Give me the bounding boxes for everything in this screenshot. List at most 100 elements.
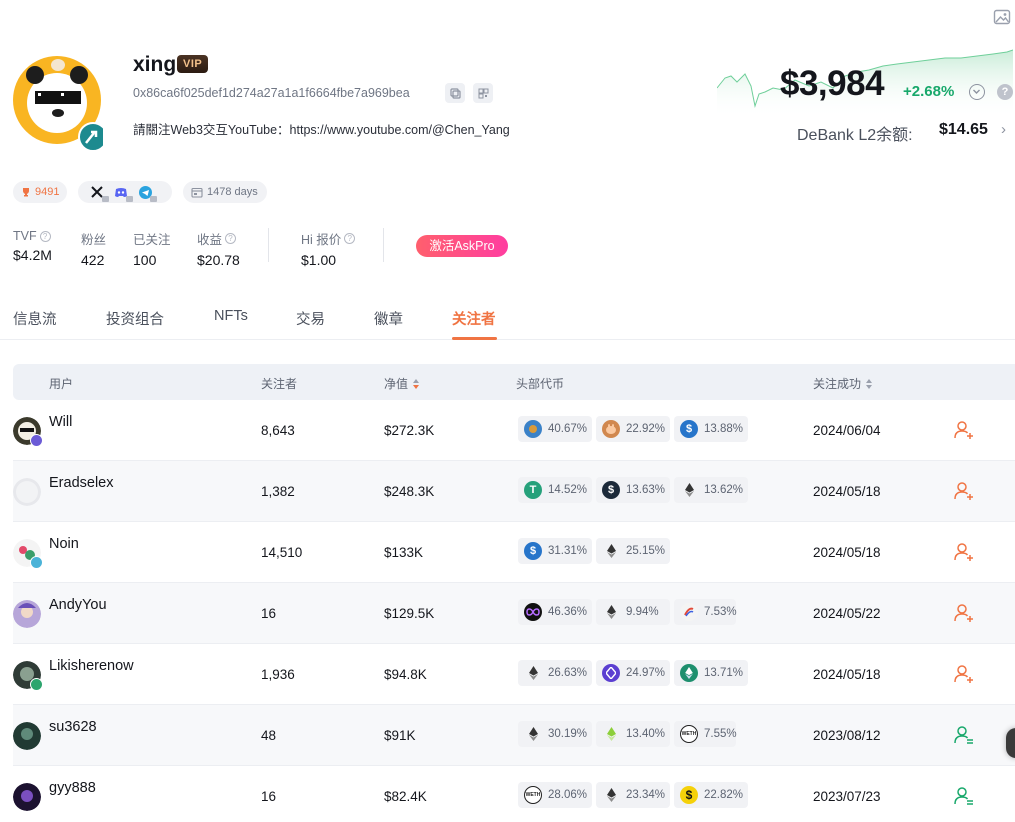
net-worth: $129.5K	[384, 606, 435, 621]
user-name[interactable]: Will	[49, 414, 72, 430]
token-chip[interactable]: 24.97%	[596, 660, 670, 686]
following-user-icon[interactable]	[953, 785, 975, 807]
token-chip[interactable]: WETH 7.55%	[674, 721, 737, 747]
qrcode-button[interactable]	[473, 83, 493, 103]
token-chip[interactable]: $22.82%	[674, 782, 748, 808]
profile-avatar	[13, 56, 103, 152]
table-row[interactable]: AndyYou 16 $129.5K 46.36% 9.94% 7.53% 20…	[13, 583, 1015, 644]
token-share: 9.94%	[626, 606, 659, 618]
header-label: 头部代币	[516, 377, 565, 391]
following-user-icon[interactable]	[953, 724, 975, 746]
token-chip[interactable]: 46.36%	[518, 599, 592, 625]
net-worth: $91K	[384, 728, 416, 743]
user-name[interactable]: Noin	[49, 536, 79, 552]
table-row[interactable]: su3628 48 $91K 30.19% 13.40% WETH 7.55% 2…	[13, 705, 1015, 766]
tab-feed[interactable]: 信息流	[13, 308, 57, 329]
sort-icon[interactable]	[413, 378, 420, 389]
table-row[interactable]: Likisherenow 1,936 $94.8K 26.63% 24.97% …	[13, 644, 1015, 705]
x-twitter-icon[interactable]	[88, 184, 109, 202]
follow-user-icon[interactable]	[953, 602, 975, 624]
header-label: 关注成功	[813, 377, 862, 391]
token-chip[interactable]: T 14.52%	[518, 477, 592, 503]
divider	[383, 228, 384, 262]
token-chip[interactable]: WETH 28.06%	[518, 782, 592, 808]
tab-portfolio[interactable]: 投资组合	[106, 308, 164, 329]
follow-user-icon[interactable]	[953, 541, 975, 563]
table-row[interactable]: Will 8,643 $272.3K 40.67% 22.92% $13.88%…	[13, 400, 1015, 461]
net-worth: $133K	[384, 545, 424, 560]
chevron-right-icon[interactable]: ›	[1001, 121, 1006, 138]
copy-address-button[interactable]	[445, 83, 465, 103]
token-chip[interactable]: 13.40%	[596, 721, 670, 747]
sort-icon[interactable]	[866, 378, 873, 389]
l2-balance-value[interactable]: $14.65	[939, 121, 988, 139]
eth-icon	[602, 786, 620, 804]
tab-transactions[interactable]: 交易	[296, 308, 325, 329]
usdc-icon: $	[680, 420, 698, 438]
token-chip[interactable]: 9.94%	[596, 599, 670, 625]
eth-icon	[524, 725, 542, 743]
user-name[interactable]: gyy888	[49, 780, 96, 796]
follow-user-icon[interactable]	[953, 480, 975, 502]
tab-badges[interactable]: 徽章	[374, 308, 403, 329]
telegram-icon[interactable]	[136, 184, 157, 202]
table-row[interactable]: Noin 14,510 $133K $31.31% 25.15% 2024/05…	[13, 522, 1015, 583]
user-avatar[interactable]	[13, 783, 41, 811]
discord-icon[interactable]	[112, 184, 133, 202]
token-chip[interactable]: 13.71%	[674, 660, 748, 686]
image-icon[interactable]	[993, 8, 1011, 26]
token-chip[interactable]: $13.88%	[674, 416, 748, 442]
floating-widget-button[interactable]	[1006, 728, 1015, 758]
activate-askpro-button[interactable]: 激活AskPro	[416, 235, 508, 257]
stat-label: 收益	[197, 233, 223, 247]
help-icon[interactable]: ?	[997, 84, 1013, 100]
header-followers: 关注者	[261, 375, 297, 392]
header-user: 用户	[49, 375, 73, 392]
token-chip[interactable]: $31.31%	[518, 538, 592, 564]
token-chip[interactable]: 25.15%	[596, 538, 670, 564]
user-name[interactable]: su3628	[49, 719, 97, 735]
score-chip[interactable]: 9491	[13, 181, 67, 203]
token-chip[interactable]: 23.34%	[596, 782, 670, 808]
help-icon[interactable]: ?	[225, 233, 237, 244]
table-row[interactable]: gyy888 16 $82.4K WETH 28.06% 23.34% $22.8…	[13, 766, 1015, 822]
total-balance: $3,984	[780, 64, 885, 103]
user-avatar[interactable]	[13, 478, 41, 506]
token-share: 31.31%	[548, 545, 588, 557]
token-chip[interactable]: 13.62%	[674, 477, 748, 503]
token-chip[interactable]: $13.63%	[596, 477, 670, 503]
follower-count: 8,643	[261, 423, 295, 438]
token-chip[interactable]: 40.67%	[518, 416, 592, 442]
user-avatar[interactable]	[13, 722, 41, 750]
header-net-worth[interactable]: 净值	[384, 375, 420, 392]
token-share: 24.97%	[626, 667, 666, 679]
follower-count: 16	[261, 789, 277, 804]
token-share: 22.82%	[704, 789, 744, 801]
user-name[interactable]: AndyYou	[49, 597, 107, 613]
tab-followers[interactable]: 关注者	[452, 308, 496, 329]
chevron-down-icon[interactable]	[969, 84, 985, 100]
usdc-icon: $	[524, 542, 542, 560]
help-icon[interactable]: ?	[39, 230, 51, 242]
infinity-token-icon	[524, 603, 542, 621]
follow-user-icon[interactable]	[953, 419, 975, 441]
user-name[interactable]: Likisherenow	[49, 658, 134, 674]
token-icon	[524, 420, 542, 438]
stat-following[interactable]: 已关注 100	[133, 229, 171, 268]
stat-label: Hi 报价	[301, 233, 342, 247]
header-followed-at[interactable]: 关注成功	[813, 375, 873, 392]
user-name[interactable]: Eradselex	[49, 475, 113, 491]
table-row[interactable]: Eradselex 1,382 $248.3K T 14.52% $13.63% …	[13, 461, 1015, 522]
stat-followers[interactable]: 粉丝 422	[81, 229, 106, 268]
token-chip[interactable]: 22.92%	[596, 416, 670, 442]
follow-user-icon[interactable]	[953, 663, 975, 685]
help-icon[interactable]: ?	[344, 233, 356, 244]
profile-name: xing	[133, 53, 177, 76]
token-chip[interactable]: 7.53%	[674, 599, 737, 625]
token-chip[interactable]: 30.19%	[518, 721, 592, 747]
tab-nfts[interactable]: NFTs	[214, 308, 248, 324]
header-label: 净值	[384, 377, 409, 391]
followed-date: 2024/05/18	[813, 667, 881, 682]
token-chip[interactable]: 26.63%	[518, 660, 592, 686]
user-avatar[interactable]	[13, 600, 41, 628]
